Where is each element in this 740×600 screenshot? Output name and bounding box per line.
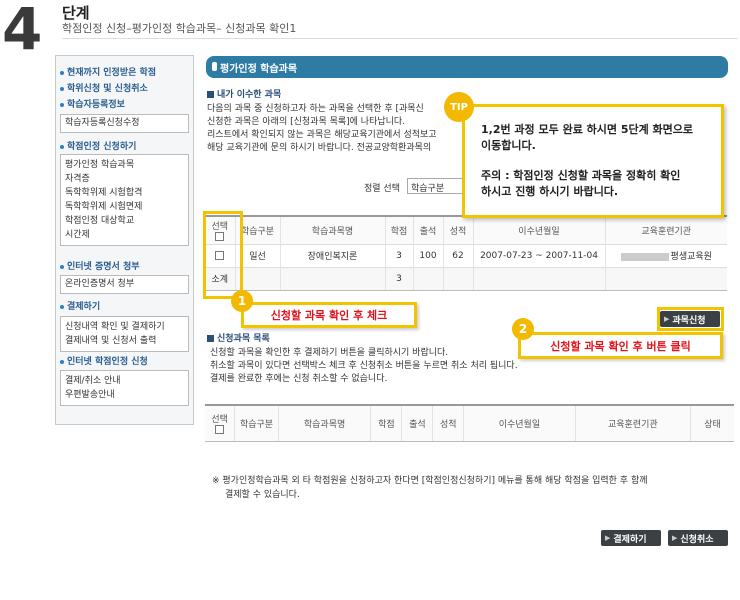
bullet-icon bbox=[60, 102, 64, 107]
main-title: 평가인정 학습과목 bbox=[220, 64, 298, 75]
pay-button[interactable]: ▶ 결제하기 bbox=[601, 530, 661, 546]
col-score: 성적 bbox=[442, 215, 473, 244]
callout-number-1: 1 bbox=[231, 290, 253, 312]
sidebar-item[interactable]: 평가인정 학습과목 bbox=[61, 158, 188, 172]
col-credit: 학점 bbox=[384, 215, 413, 244]
applied-courses-table: 선택 학습구분 학습과목명 학점 출석 성적 이수년월일 교육훈련기관 상태 bbox=[205, 404, 734, 442]
title-bullet-icon bbox=[212, 62, 217, 71]
sidebar-item[interactable]: 학습자등록신청수정 bbox=[61, 115, 188, 132]
col-select: 선택 bbox=[205, 404, 235, 442]
checkbox-highlight bbox=[203, 211, 243, 299]
completed-courses-table: 선택 학습구분 학습과목명 학점 출석 성적 이수년월일 교육훈련기관 일선 장… bbox=[205, 215, 727, 291]
sidebar-item[interactable]: 시간제 bbox=[61, 228, 188, 242]
section-completed-desc: 다음의 과목 중 신청하고자 하는 과목을 선택한 후 [과목신 신청한 과목은… bbox=[207, 104, 437, 153]
header-divider bbox=[62, 38, 738, 39]
sidebar-link-earned-credits[interactable]: 현재까지 인정받은 학점 bbox=[60, 65, 156, 78]
section-square-icon bbox=[207, 335, 214, 342]
callout-number-2: 2 bbox=[512, 318, 534, 340]
sidebar-link-payment[interactable]: 결제하기 bbox=[60, 299, 100, 312]
section-applied-desc: 신청할 과목을 확인한 후 결제하기 버튼을 클릭하시기 바랍니다. 취소할 과… bbox=[210, 348, 518, 384]
table-header-row: 선택 학습구분 학습과목명 학점 출석 성적 이수년월일 교육훈련기관 상태 bbox=[205, 404, 734, 442]
sidebar-item[interactable]: 온라인증명서 청부 bbox=[61, 276, 188, 293]
sidebar-link-certificate[interactable]: 인터넷 증명서 청부 bbox=[60, 259, 140, 272]
sidebar-box-learner: 학습자등록신청수정 bbox=[60, 114, 189, 133]
apply-button-highlight bbox=[657, 307, 724, 331]
bullet-icon bbox=[60, 70, 64, 75]
sidebar-box-certificate: 온라인증명서 청부 bbox=[60, 275, 189, 294]
col-institution: 교육훈련기관 bbox=[604, 215, 727, 244]
page-subtitle: 학점인정 신청–평가인정 학습과목– 신청과목 확인1 bbox=[62, 22, 297, 35]
sidebar-box-payment: 신청내역 확인 및 결제하기 결제내역 및 신청서 출력 bbox=[60, 316, 189, 352]
callout-check: 신청할 과목 확인 후 체크 bbox=[241, 302, 417, 328]
col-attendance: 출석 bbox=[412, 215, 443, 244]
sidebar-link-degree-apply[interactable]: 학위신청 및 신청취소 bbox=[60, 81, 148, 94]
sidebar-link-learner-info[interactable]: 학습자등록정보 bbox=[60, 97, 125, 110]
table-header-row: 선택 학습구분 학습과목명 학점 출석 성적 이수년월일 교육훈련기관 bbox=[205, 215, 727, 244]
sidebar-item[interactable]: 결제내역 및 신청서 출력 bbox=[61, 334, 188, 348]
sidebar-item[interactable]: 신청내역 확인 및 결제하기 bbox=[61, 320, 188, 334]
bullet-icon bbox=[60, 304, 64, 309]
section-square-icon bbox=[207, 91, 214, 98]
sidebar-item[interactable]: 독학학위제 시험면제 bbox=[61, 200, 188, 214]
subtotal-row: 소계 3 bbox=[205, 266, 727, 291]
sidebar-link-credit-apply[interactable]: 학점인정 신청하기 bbox=[60, 139, 136, 152]
step-number: 4 bbox=[2, 0, 42, 63]
sidebar-item[interactable]: 독학학위제 시험합격 bbox=[61, 186, 188, 200]
notice-text: ※ 평가인정학습과목 외 타 학점원을 신청하고자 한다면 [학점인정신청하기]… bbox=[212, 476, 648, 500]
sidebar-item[interactable]: 자격증 bbox=[61, 172, 188, 186]
bullet-icon bbox=[60, 264, 64, 269]
section-applied-title: 신청과목 목록 bbox=[207, 331, 270, 344]
sidebar: 현재까지 인정받은 학점 학위신청 및 신청취소 학습자등록정보 학습자등록신청… bbox=[55, 55, 194, 425]
tip-text: 1,2번 과정 모두 완료 하시면 5단계 화면으로 이동합니다. 주의 : 학… bbox=[481, 123, 694, 198]
tip-badge: TIP bbox=[444, 92, 474, 122]
arrow-right-icon: ▶ bbox=[672, 534, 678, 542]
sidebar-link-online-apply[interactable]: 인터넷 학점인정 신청 bbox=[60, 354, 148, 367]
section-completed-title: 내가 이수한 과목 bbox=[207, 87, 281, 100]
sort-select[interactable]: 학습구분 bbox=[407, 178, 465, 194]
select-all-checkbox[interactable] bbox=[215, 424, 225, 434]
sort-label: 정렬 선택 bbox=[364, 184, 400, 194]
sidebar-box-online: 결제/취소 안내 우편발송안내 bbox=[60, 370, 189, 406]
bullet-icon bbox=[60, 144, 64, 149]
col-period: 이수년월일 bbox=[472, 215, 605, 244]
sidebar-box-apply: 평가인정 학습과목 자격증 독학학위제 시험합격 독학학위제 시험면제 학점인정… bbox=[60, 154, 189, 246]
redacted-block bbox=[620, 252, 669, 261]
bullet-icon bbox=[60, 359, 64, 364]
cancel-application-button[interactable]: ▶ 신청취소 bbox=[668, 530, 728, 546]
sidebar-item[interactable]: 결제/취소 안내 bbox=[61, 374, 188, 388]
callout-button: 신청할 과목 확인 후 버튼 클릭 bbox=[518, 332, 723, 359]
sidebar-item[interactable]: 학점인정 대상학교 bbox=[61, 214, 188, 228]
arrow-right-icon: ▶ bbox=[605, 534, 611, 542]
table-row: 일선 장애인복지론 3 100 62 2007-07-23 ~ 2007-11-… bbox=[205, 243, 727, 267]
col-course: 학습과목명 bbox=[279, 215, 385, 244]
sidebar-item[interactable]: 우편발송안내 bbox=[61, 388, 188, 402]
bullet-icon bbox=[60, 86, 64, 91]
